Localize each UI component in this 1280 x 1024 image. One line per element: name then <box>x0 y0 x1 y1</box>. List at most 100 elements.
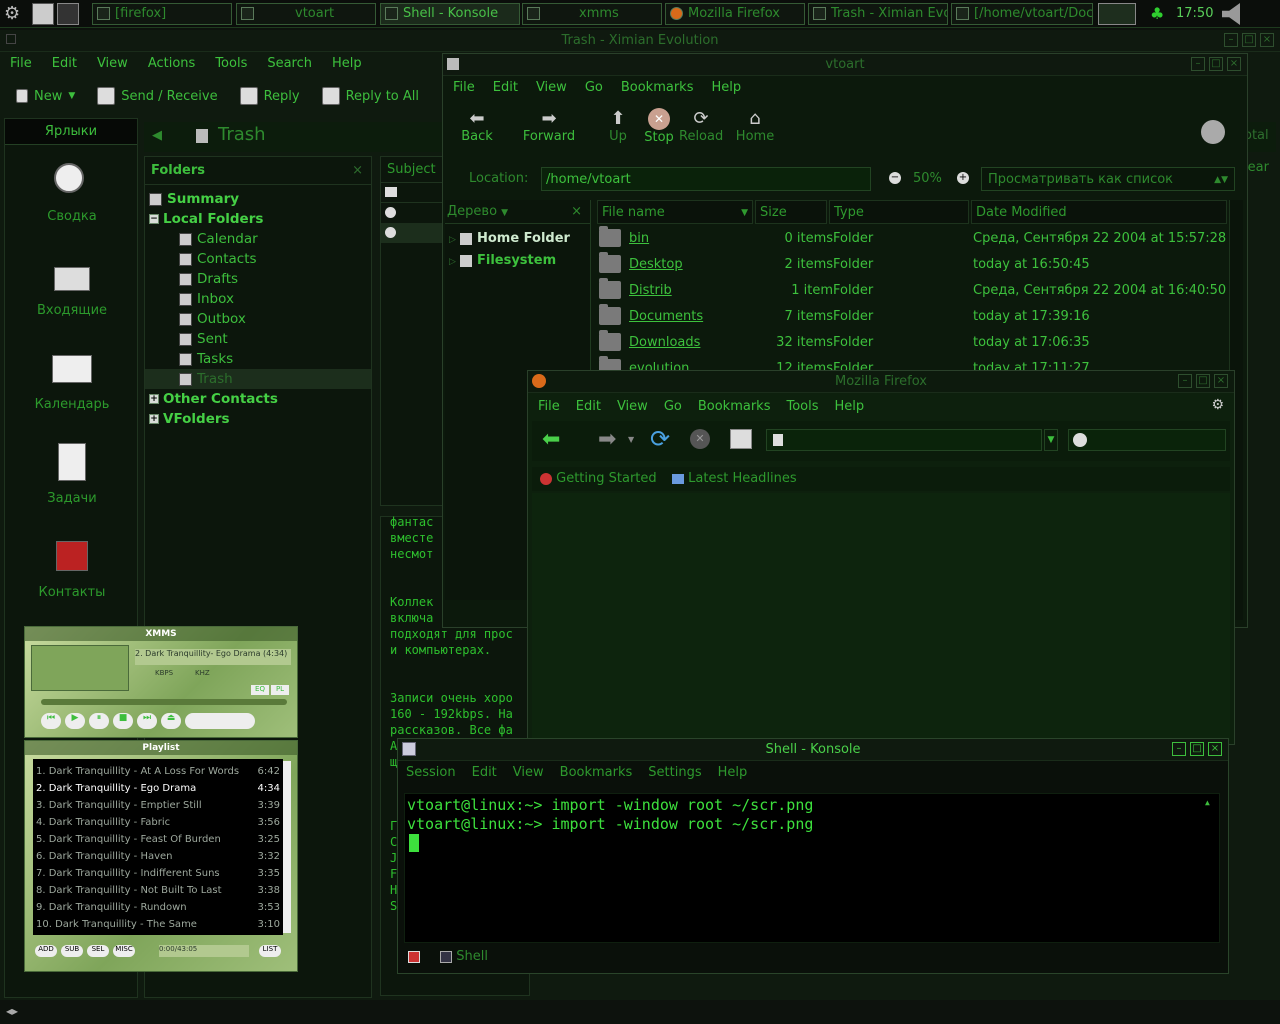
tree-trash[interactable]: Trash <box>145 369 371 389</box>
sub-button[interactable]: SUB <box>61 945 83 957</box>
eject-button[interactable]: ⏏ <box>161 713 181 729</box>
menu-help[interactable]: Help <box>332 52 362 76</box>
expand-icon[interactable]: + <box>149 414 159 424</box>
tree-summary[interactable]: Summary <box>145 189 371 209</box>
location-input[interactable]: /home/vtoart <box>541 167 871 191</box>
shortcut-summary[interactable]: Сводка <box>5 159 139 224</box>
menu-bookmarks[interactable]: Bookmarks <box>560 761 633 785</box>
menu-view[interactable]: View <box>536 76 567 100</box>
zoom-out-icon[interactable]: − <box>889 172 901 184</box>
tree-local-folders[interactable]: − Local Folders <box>145 209 371 229</box>
close-icon[interactable]: × <box>352 157 363 185</box>
minimize-button[interactable]: – <box>1191 57 1205 71</box>
tree-other-contacts[interactable]: + Other Contacts <box>145 389 371 409</box>
terminal-launcher-icon[interactable] <box>57 3 79 25</box>
playlist-item[interactable]: 5. Dark Tranquillity - Feast Of Burden 3:… <box>36 831 280 848</box>
volume-slider[interactable] <box>185 713 255 729</box>
terminal-scrollbar[interactable]: ▲ <box>1205 798 1215 938</box>
playlist-item[interactable]: 4. Dark Tranquillity - Fabric 3:56 <box>36 814 280 831</box>
menu-go[interactable]: Go <box>664 395 682 419</box>
next-button[interactable]: ⏭ <box>137 713 157 729</box>
playlist-scrollbar[interactable] <box>283 761 291 933</box>
taskbar-button-firefox[interactable]: [firefox] <box>92 3 232 25</box>
maximize-button[interactable]: □ <box>1196 374 1210 388</box>
maximize-button[interactable]: □ <box>1190 742 1204 756</box>
previous-button[interactable]: ⏮ <box>41 713 61 729</box>
tree-contacts[interactable]: Contacts <box>145 249 371 269</box>
firefox-icon[interactable] <box>532 374 546 388</box>
konsole-icon[interactable] <box>402 742 416 756</box>
evolution-titlebar[interactable]: Trash - Ximian Evolution – □ × <box>0 30 1280 52</box>
url-dropdown-icon[interactable]: ▼ <box>1044 429 1058 451</box>
minimize-button[interactable]: – <box>1224 33 1238 47</box>
menu-help[interactable]: Help <box>835 395 865 419</box>
menu-tools[interactable]: Tools <box>215 52 247 76</box>
eq-button[interactable]: EQ <box>251 685 269 695</box>
sidebar-item-filesystem[interactable]: ▷ Filesystem <box>445 250 590 272</box>
message-row[interactable] <box>381 183 443 203</box>
message-row-selected[interactable] <box>381 223 443 243</box>
column-size[interactable]: Size <box>755 200 827 224</box>
menu-file[interactable]: File <box>10 52 32 76</box>
xmms-titlebar[interactable]: XMMS <box>25 627 297 641</box>
shortcut-contacts[interactable]: Контакты <box>5 535 139 600</box>
url-input[interactable] <box>766 429 1042 451</box>
close-button[interactable]: × <box>1260 33 1274 47</box>
reload-button[interactable]: ⟳ Reload <box>679 108 723 144</box>
window-menu-icon[interactable] <box>447 58 459 70</box>
column-type[interactable]: Type <box>829 200 969 224</box>
playlist-item[interactable]: 10. Dark Tranquillity - The Same 3:10 <box>36 916 280 933</box>
forward-arrow-icon[interactable]: ➡ <box>598 427 616 452</box>
menu-edit[interactable]: Edit <box>493 76 518 100</box>
home-icon[interactable] <box>32 3 54 25</box>
menu-search[interactable]: Search <box>267 52 312 76</box>
new-session-icon[interactable] <box>408 950 420 963</box>
taskbar-button-evolution[interactable]: Trash - Ximian Evo <box>808 3 948 25</box>
bookmark-latest-headlines[interactable]: Latest Headlines <box>672 467 797 491</box>
sel-button[interactable]: SEL <box>87 945 109 957</box>
playlist-item[interactable]: 2. Dark Tranquillity - Ego Drama 4:34 <box>36 780 280 797</box>
close-button[interactable]: × <box>1214 374 1228 388</box>
playlist-item[interactable]: 1. Dark Tranquillity - At A Loss For Wor… <box>36 763 280 780</box>
playlist-item[interactable]: 8. Dark Tranquillity - Not Built To Last… <box>36 882 280 899</box>
menu-bookmarks[interactable]: Bookmarks <box>698 395 771 419</box>
tree-inbox[interactable]: Inbox <box>145 289 371 309</box>
search-input[interactable] <box>1068 429 1226 451</box>
close-button[interactable]: × <box>1227 57 1241 71</box>
menu-go[interactable]: Go <box>585 76 603 100</box>
screenshot-tray-icon[interactable] <box>1098 3 1136 25</box>
minimize-button[interactable]: – <box>1172 742 1186 756</box>
send-receive-button[interactable]: Send / Receive <box>97 87 218 105</box>
folder-back-arrow-icon[interactable]: ◀ <box>152 128 162 143</box>
close-icon[interactable]: × <box>571 200 582 224</box>
file-row[interactable]: Documents 7 items Folder today at 17:39:16 <box>599 304 1231 330</box>
firefox-content[interactable] <box>532 493 1230 741</box>
shortcut-bar-title[interactable]: Ярлыки <box>5 119 137 145</box>
menu-view[interactable]: View <box>617 395 648 419</box>
volume-icon[interactable] <box>1222 3 1240 25</box>
menu-view[interactable]: View <box>513 761 544 785</box>
menu-file[interactable]: File <box>538 395 560 419</box>
start-menu-icon[interactable]: ⚙ <box>4 3 28 25</box>
menu-help[interactable]: Help <box>711 76 741 100</box>
tree-calendar[interactable]: Calendar <box>145 229 371 249</box>
subject-column-header[interactable]: Subject <box>381 157 443 183</box>
menu-bookmarks[interactable]: Bookmarks <box>621 76 694 100</box>
menu-edit[interactable]: Edit <box>52 52 77 76</box>
play-button[interactable]: ▶ <box>65 713 85 729</box>
sidebar-item-home-folder[interactable]: ▷ Home Folder <box>445 228 590 250</box>
playlist-item[interactable]: 9. Dark Tranquillity - Rundown 3:53 <box>36 899 280 916</box>
gear-icon[interactable]: ⚙ <box>1211 397 1224 413</box>
back-arrow-icon[interactable]: ⬅ <box>542 427 560 452</box>
clock[interactable]: 17:50 <box>1176 6 1213 21</box>
column-file-name[interactable]: File name ▼ <box>597 200 753 224</box>
bottom-arrows-icon[interactable]: ◂▸ <box>6 1004 18 1018</box>
close-button[interactable]: × <box>1208 742 1222 756</box>
shortcut-tasks[interactable]: Задачи <box>5 441 139 506</box>
menu-actions[interactable]: Actions <box>148 52 196 76</box>
terminal[interactable]: vtoart@linux:~> import -window root ~/sc… <box>404 793 1220 943</box>
playlist-item[interactable]: 7. Dark Tranquillity - Indifferent Suns 3… <box>36 865 280 882</box>
tree-tasks[interactable]: Tasks <box>145 349 371 369</box>
menu-help[interactable]: Help <box>718 761 748 785</box>
tab-shell[interactable]: Shell <box>440 949 488 964</box>
